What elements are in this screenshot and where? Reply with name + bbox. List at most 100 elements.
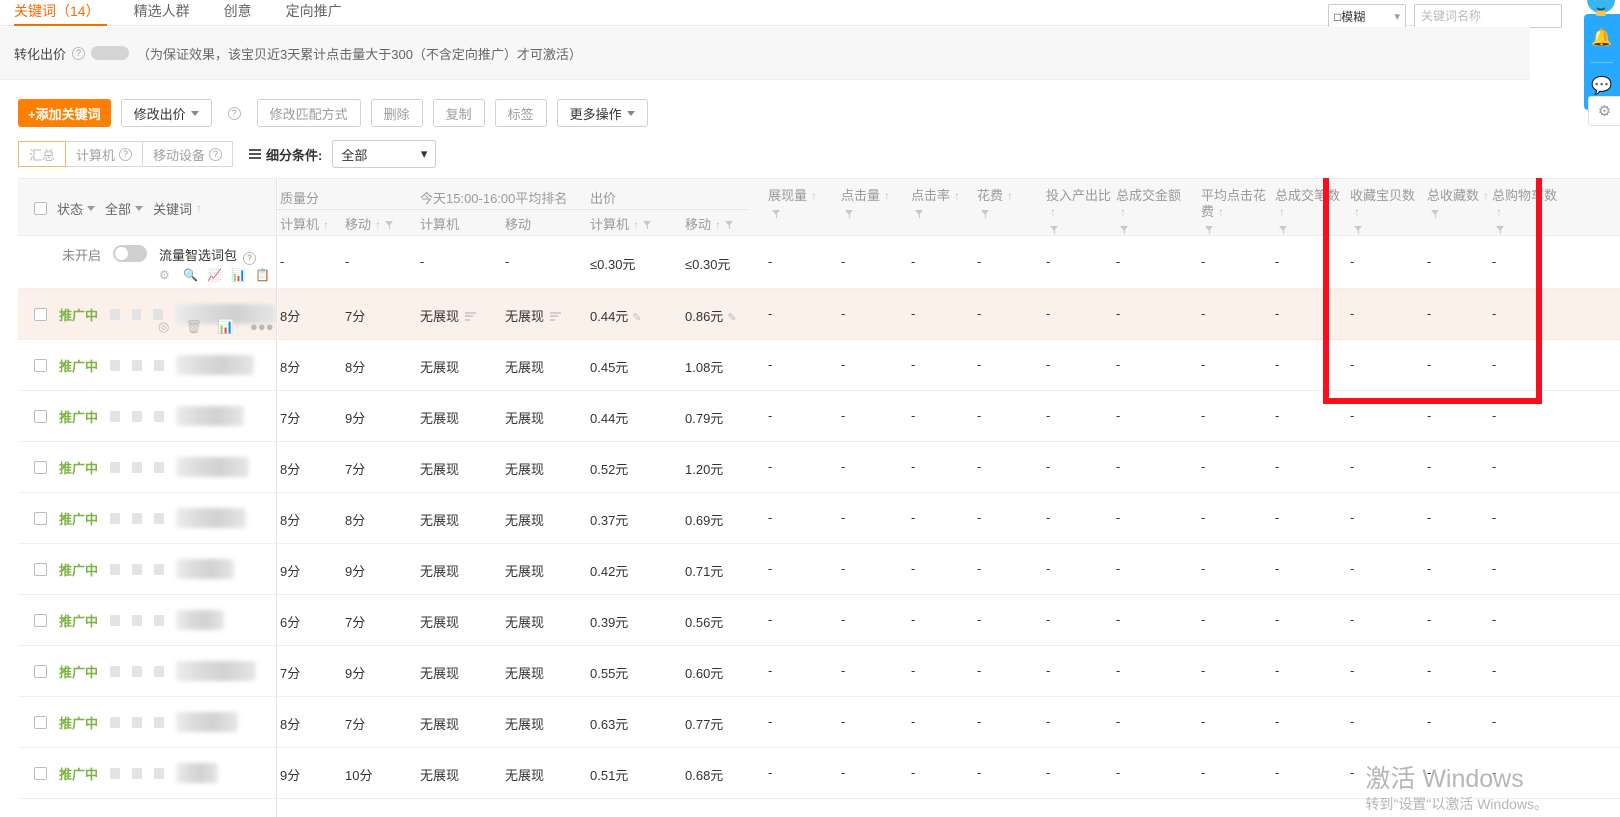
column-subheader[interactable]: 计算机 <box>420 214 459 233</box>
delete-button[interactable]: 删除 <box>370 99 423 127</box>
add-keyword-button[interactable]: +添加关键词 <box>18 99 111 127</box>
column-header-metric[interactable]: 总成交笔数 ↑ <box>1275 179 1345 237</box>
sort-asc-icon[interactable]: ↑ <box>633 218 639 232</box>
edit-pencil-icon[interactable]: ✎ <box>727 311 736 324</box>
conversion-bid-toggle[interactable] <box>91 46 130 60</box>
sort-asc-icon[interactable]: ↑ <box>1218 205 1224 219</box>
bell-icon[interactable]: 🔔 <box>1584 14 1620 62</box>
table-row[interactable]: 推广中 <box>18 493 276 544</box>
sort-asc-icon[interactable]: ↑ <box>196 201 202 215</box>
question-icon[interactable]: ? <box>209 147 223 161</box>
edit-pencil-icon[interactable]: ✎ <box>632 311 641 324</box>
row-checkbox[interactable] <box>34 307 47 321</box>
filter-icon[interactable] <box>1279 226 1288 235</box>
header-status[interactable]: 状态 <box>57 199 96 218</box>
table-row[interactable]: 未开启 流量智选词包? ⚙ 🔍 📈 📊 📋 <box>18 236 276 289</box>
rank-detail-icon[interactable] <box>550 311 562 321</box>
column-subheader[interactable]: 移动 ↑ <box>685 214 734 233</box>
sort-asc-icon[interactable]: ↑ <box>375 218 381 232</box>
chart-icon[interactable]: 📊 <box>218 319 234 335</box>
column-subheader[interactable]: 移动 <box>505 214 531 233</box>
match-mode-select[interactable]: □模糊 ▾ <box>1328 4 1406 28</box>
table-row[interactable]: 推广中 <box>18 646 276 697</box>
table-row[interactable]: 推广中 <box>18 442 276 493</box>
sort-asc-icon[interactable]: ↑ <box>1050 205 1056 219</box>
gear-icon[interactable]: ⚙ <box>159 269 172 282</box>
filter-icon[interactable] <box>845 210 854 219</box>
modify-bid-button[interactable]: 修改出价 <box>120 99 212 127</box>
row-checkbox[interactable] <box>34 460 47 474</box>
table-row[interactable]: 推广中 <box>18 391 276 442</box>
column-subheader[interactable]: 计算机 ↑ <box>590 214 652 233</box>
question-icon[interactable]: ? <box>243 252 257 265</box>
tab-audience[interactable]: 精选人群 <box>134 0 190 22</box>
segment-summary[interactable]: 汇总 <box>18 141 67 167</box>
filter-icon[interactable] <box>772 210 781 219</box>
target-icon[interactable]: ◎ <box>158 319 169 335</box>
filter-icon[interactable] <box>385 221 394 230</box>
question-icon[interactable]: ? <box>119 147 133 161</box>
select-all-checkbox[interactable] <box>34 201 47 215</box>
table-row[interactable]: 推广中 ◎ 🗑 📊 ●●● <box>18 289 276 340</box>
table-row[interactable]: 推广中 <box>18 748 276 799</box>
filter-icon[interactable] <box>1205 226 1214 235</box>
column-header-metric[interactable]: 总成交金额 ↑ <box>1116 179 1186 237</box>
filter-icon[interactable] <box>1431 210 1440 219</box>
mascot-icon[interactable] <box>1584 0 1618 18</box>
column-subheader[interactable]: 移动 ↑ <box>345 214 394 233</box>
segment-pc[interactable]: 计算机 ? <box>66 141 144 167</box>
row-checkbox[interactable] <box>34 511 47 525</box>
clipboard-icon[interactable]: 📋 <box>255 269 270 282</box>
filter-icon[interactable] <box>1496 226 1505 235</box>
trash-icon[interactable]: 🗑 <box>185 319 202 335</box>
header-all-filter[interactable]: 全部 <box>105 199 144 218</box>
rank-detail-icon[interactable] <box>465 311 477 321</box>
more-icon[interactable]: ●●● <box>250 319 274 335</box>
sort-asc-icon[interactable]: ↑ <box>715 218 721 232</box>
modify-match-type-button[interactable]: 修改匹配方式 <box>256 99 361 127</box>
chart-column-icon[interactable]: 📊 <box>231 269 246 282</box>
row-checkbox[interactable] <box>34 715 47 729</box>
column-header-metric[interactable]: 点击量 ↑ <box>841 179 911 237</box>
row-checkbox[interactable] <box>34 766 47 780</box>
sort-asc-icon[interactable]: ↑ <box>1120 205 1126 219</box>
sort-asc-icon[interactable]: ↑ <box>1007 189 1013 203</box>
sort-asc-icon[interactable]: ↑ <box>1483 189 1489 203</box>
tag-button[interactable]: 标签 <box>494 99 547 127</box>
filter-icon[interactable] <box>981 210 990 219</box>
filter-icon[interactable] <box>1050 226 1059 235</box>
column-header-metric[interactable]: 投入产出比 ↑ <box>1046 179 1116 237</box>
filter-icon[interactable] <box>1120 226 1129 235</box>
column-header-metric[interactable]: 平均点击花费 ↑ <box>1201 179 1271 237</box>
segment-mobile[interactable]: 移动设备 ? <box>143 141 234 167</box>
sort-asc-icon[interactable]: ↑ <box>1354 205 1360 219</box>
fine-condition-select[interactable]: 全部 ▾ <box>332 140 437 168</box>
copy-button[interactable]: 复制 <box>432 99 485 127</box>
sort-asc-icon[interactable]: ↑ <box>811 189 817 203</box>
header-keyword[interactable]: 关键词 ↑ <box>153 199 202 218</box>
row-checkbox[interactable] <box>34 613 47 627</box>
column-header-metric[interactable]: 点击率 ↑ <box>911 179 981 237</box>
row-checkbox[interactable] <box>34 562 47 576</box>
sort-asc-icon[interactable]: ↑ <box>1496 205 1502 219</box>
column-header-metric[interactable]: 花费 ↑ <box>977 179 1047 237</box>
more-actions-button[interactable]: 更多操作 <box>556 99 648 127</box>
tab-creative[interactable]: 创意 <box>224 0 252 22</box>
tab-targeted-promotion[interactable]: 定向推广 <box>286 0 342 22</box>
row-enable-toggle[interactable] <box>113 245 148 262</box>
table-row[interactable]: 推广中 <box>18 544 276 595</box>
column-header-metric[interactable]: 收藏宝贝数 ↑ <box>1350 179 1420 237</box>
column-header-metric[interactable]: 总收藏数 ↑ <box>1427 179 1497 237</box>
row-checkbox[interactable] <box>34 409 47 423</box>
table-row[interactable]: 推广中 <box>18 595 276 646</box>
row-checkbox[interactable] <box>34 358 47 372</box>
chart-bar-icon[interactable]: 📈 <box>207 269 222 282</box>
filter-icon[interactable] <box>915 210 924 219</box>
keyword-search-input[interactable] <box>1414 4 1562 28</box>
filter-icon[interactable] <box>643 221 652 230</box>
sort-asc-icon[interactable]: ↑ <box>884 189 890 203</box>
column-header-metric[interactable]: 总购物车数 ↑ <box>1492 179 1562 237</box>
question-icon[interactable]: ? <box>72 46 86 60</box>
filter-icon[interactable] <box>725 221 734 230</box>
column-header-metric[interactable]: 展现量 ↑ <box>768 179 838 237</box>
